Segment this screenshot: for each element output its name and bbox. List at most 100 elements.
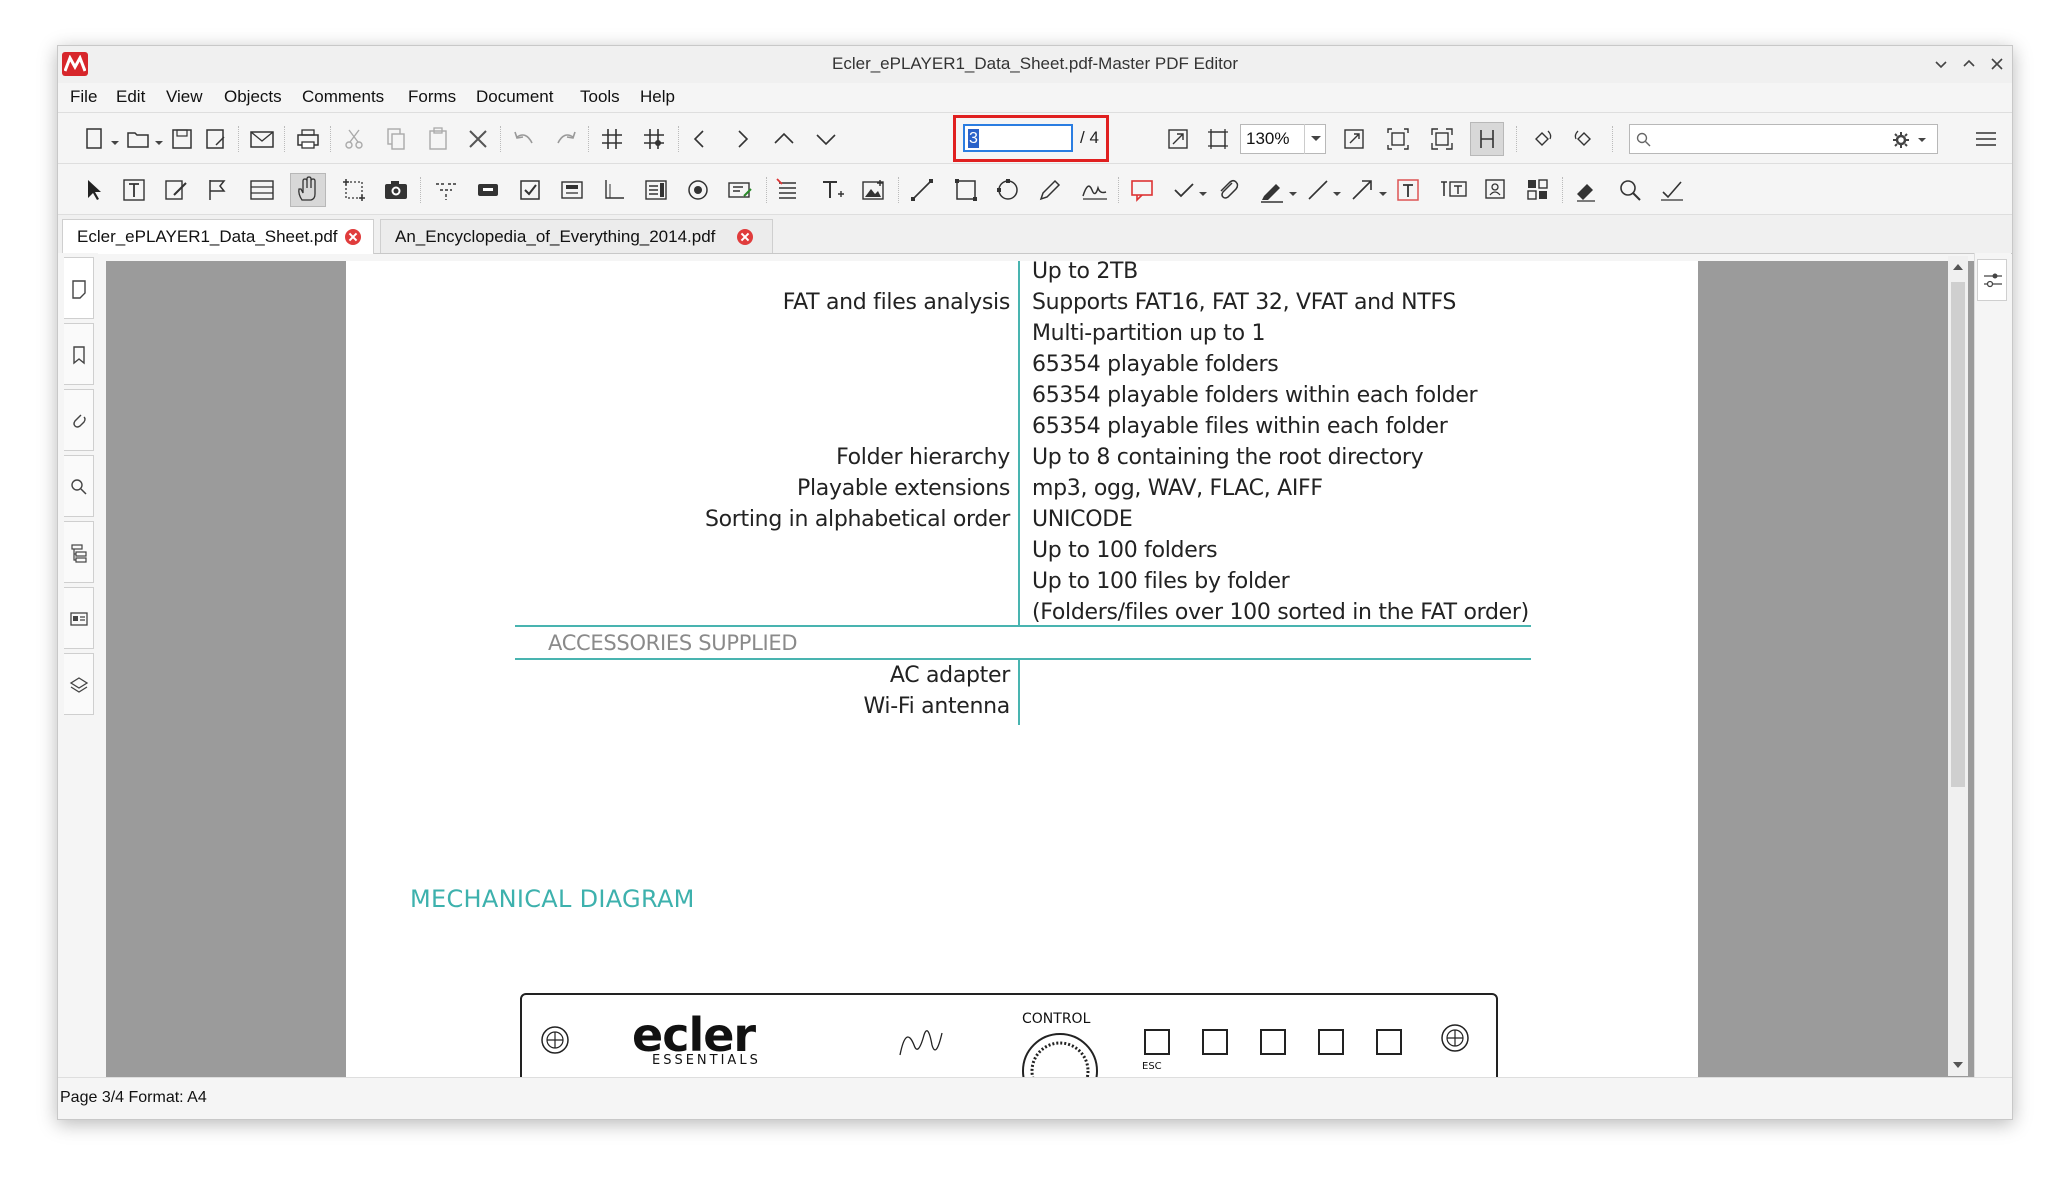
cut-icon[interactable] (340, 125, 368, 153)
scroll-down-icon[interactable] (1952, 1060, 1964, 1070)
checkbox-field-icon[interactable] (516, 176, 544, 204)
eraser-icon[interactable] (1572, 176, 1600, 204)
open-dropdown-icon[interactable] (154, 135, 164, 145)
tab-ecler-data-sheet[interactable]: Ecler_ePLAYER1_Data_Sheet.pdf (62, 219, 374, 254)
menu-file[interactable]: File (70, 87, 97, 107)
add-bookmark-icon[interactable] (204, 176, 232, 204)
tab-order-icon[interactable] (432, 176, 460, 204)
sticky-note-icon[interactable] (1128, 176, 1156, 204)
select-arrow-icon[interactable] (80, 176, 108, 204)
pencil-tool-icon[interactable] (1036, 176, 1064, 204)
delete-icon[interactable] (464, 125, 492, 153)
arrow-annotation-icon[interactable] (1348, 176, 1376, 204)
first-page-icon[interactable] (770, 125, 798, 153)
line-dropdown-icon[interactable] (1332, 186, 1342, 196)
highlighter-icon[interactable] (1258, 176, 1286, 204)
fit-visible-icon[interactable] (1428, 125, 1456, 153)
scroll-up-icon[interactable] (1952, 262, 1964, 272)
stamp-dropdown-icon[interactable] (1198, 186, 1208, 196)
rotate-left-icon[interactable] (1528, 125, 1556, 153)
snap-grid-icon[interactable] (640, 125, 668, 153)
next-page-icon[interactable] (728, 125, 756, 153)
ellipse-tool-icon[interactable] (994, 176, 1022, 204)
text-field-icon[interactable] (726, 176, 754, 204)
new-dropdown-icon[interactable] (110, 135, 120, 145)
edit-forms-icon[interactable] (162, 176, 190, 204)
organize-pages-icon[interactable] (1524, 176, 1552, 204)
menu-edit[interactable]: Edit (116, 87, 145, 107)
tab-encyclopedia[interactable]: An_Encyclopedia_of_Everything_2014.pdf (380, 219, 773, 253)
menu-comments[interactable]: Comments (302, 87, 384, 107)
text-box-icon[interactable] (1394, 176, 1422, 204)
tab-close-icon[interactable] (737, 229, 753, 245)
undo-icon[interactable] (510, 125, 538, 153)
new-document-icon[interactable] (80, 125, 108, 153)
crop-icon[interactable] (340, 176, 368, 204)
radio-button-field-icon[interactable] (684, 176, 712, 204)
print-icon[interactable] (294, 125, 322, 153)
add-text-icon[interactable] (818, 176, 846, 204)
add-text-lines-icon[interactable] (774, 176, 802, 204)
copy-icon[interactable] (382, 125, 410, 153)
menu-help[interactable]: Help (640, 87, 675, 107)
last-page-icon[interactable] (812, 125, 840, 153)
properties-toggle-button[interactable] (1977, 259, 2007, 301)
scrollbar-thumb[interactable] (1951, 282, 1965, 787)
snapshot-camera-icon[interactable] (382, 176, 410, 204)
menu-document[interactable]: Document (476, 87, 553, 107)
continuous-view-icon[interactable] (1470, 122, 1504, 156)
fit-page-icon[interactable] (1164, 125, 1192, 153)
combo-box-field-icon[interactable] (558, 176, 586, 204)
menu-forms[interactable]: Forms (408, 87, 456, 107)
sidebar-bookmarks-button[interactable] (64, 323, 94, 385)
sidebar-pages-button[interactable] (64, 257, 94, 319)
rotate-right-icon[interactable] (1570, 125, 1598, 153)
list-box-field-icon[interactable] (642, 176, 670, 204)
actual-size-icon[interactable] (1204, 125, 1232, 153)
add-image-icon[interactable] (860, 176, 888, 204)
sidebar-search-button[interactable] (64, 455, 94, 517)
redo-icon[interactable] (552, 125, 580, 153)
open-folder-icon[interactable] (124, 125, 152, 153)
fit-width-icon[interactable] (1384, 125, 1412, 153)
edit-text-icon[interactable] (120, 176, 148, 204)
line-tool-icon[interactable] (908, 176, 936, 204)
rectangle-tool-icon[interactable] (952, 176, 980, 204)
search-dropdown-icon[interactable] (1917, 135, 1927, 145)
search-input[interactable] (1629, 124, 1938, 154)
document-viewport[interactable]: Up to 2TB Supports FAT16, FAT 32, VFAT a… (106, 261, 1986, 1077)
menu-view[interactable]: View (166, 87, 203, 107)
form-table-icon[interactable] (248, 176, 276, 204)
signature-field-icon[interactable] (600, 176, 628, 204)
sidebar-layers-button[interactable] (64, 653, 94, 715)
highlighter-dropdown-icon[interactable] (1288, 186, 1298, 196)
menu-objects[interactable]: Objects (224, 87, 282, 107)
grid-icon[interactable] (598, 125, 626, 153)
attachment-icon[interactable] (1214, 176, 1242, 204)
minimize-icon[interactable] (1928, 52, 1954, 76)
measure-icon[interactable] (1482, 176, 1510, 204)
hamburger-menu-icon[interactable] (1972, 125, 2000, 153)
sidebar-signatures-button[interactable] (64, 587, 94, 649)
sidebar-structure-button[interactable] (64, 521, 94, 583)
vertical-scrollbar[interactable] (1948, 256, 1968, 1076)
email-icon[interactable] (248, 125, 276, 153)
previous-page-icon[interactable] (686, 125, 714, 153)
signature-tool-icon[interactable] (1080, 176, 1108, 204)
find-replace-icon[interactable] (1616, 176, 1644, 204)
check-stamp-icon[interactable] (1170, 176, 1198, 204)
zoom-in-icon[interactable] (1340, 125, 1368, 153)
menu-tools[interactable]: Tools (580, 87, 620, 107)
callout-icon[interactable] (1438, 176, 1467, 204)
paste-icon[interactable] (424, 125, 452, 153)
close-icon[interactable] (1984, 52, 2010, 76)
tab-close-icon[interactable] (345, 229, 361, 245)
search-settings-gear-icon[interactable] (1892, 131, 1910, 149)
maximize-icon[interactable] (1956, 52, 1982, 76)
save-as-icon[interactable] (202, 125, 230, 153)
sidebar-attachments-button[interactable] (64, 389, 94, 451)
page-number-input[interactable] (963, 124, 1073, 152)
button-field-icon[interactable] (474, 176, 502, 204)
zoom-dropdown-icon[interactable] (1304, 124, 1326, 154)
arrow-dropdown-icon[interactable] (1378, 186, 1388, 196)
